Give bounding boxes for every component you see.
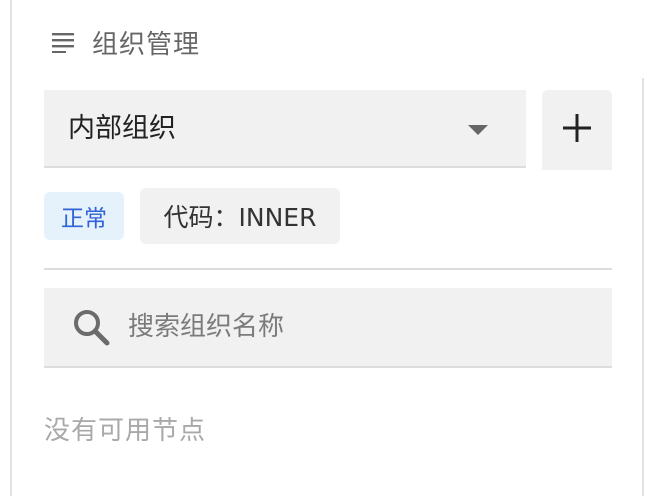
org-select-value: 内部组织 [68,113,176,144]
org-select-dropdown[interactable]: 内部组织 [44,90,526,168]
org-management-panel: 组织管理 内部组织 正常 代码：INNER 没有可用节点 [0,0,662,496]
status-badge: 正常 [44,192,124,240]
plus-icon [561,112,593,148]
empty-tree-message: 没有可用节点 [44,416,207,446]
list-icon [52,30,76,54]
search-field[interactable] [44,288,612,368]
section-divider [44,268,612,270]
search-icon [72,308,112,348]
caret-down-icon [468,125,488,135]
panel-header: 组织管理 [52,22,200,62]
search-input[interactable] [128,300,588,354]
page-title: 组织管理 [92,29,201,60]
panel-left-border [10,0,12,496]
panel-right-border [642,78,644,496]
add-org-button[interactable] [542,90,612,170]
org-code-chip: 代码：INNER [140,188,340,244]
